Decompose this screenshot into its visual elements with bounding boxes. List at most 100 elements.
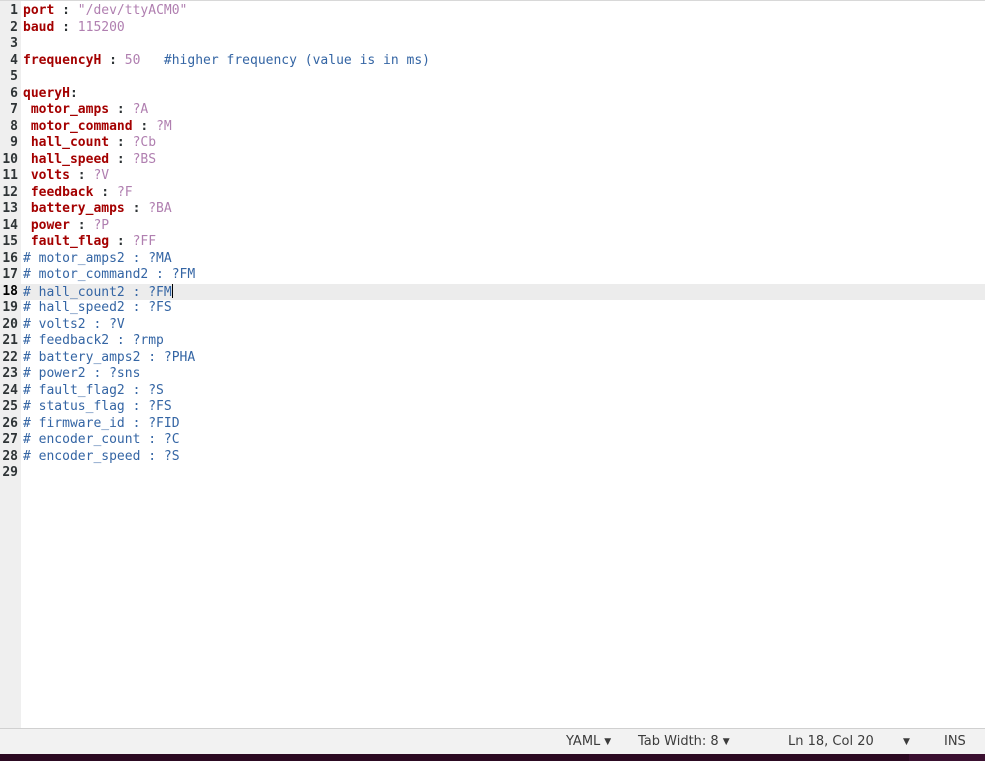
yaml-punctuation <box>23 234 31 249</box>
chevron-down-icon: ▼ <box>903 737 910 747</box>
yaml-punctuation: : <box>69 217 94 233</box>
chevron-down-icon: ▼ <box>604 737 612 747</box>
yaml-punctuation: : <box>54 3 78 18</box>
line-text: queryH: <box>23 86 78 103</box>
yaml-comment: # encoder_count : ?C <box>23 432 180 447</box>
line-text: motor_command : ?M <box>23 119 172 136</box>
line-text: # motor_command2 : ?FM <box>23 267 195 284</box>
line-number: 13 <box>2 201 18 216</box>
yaml-key: feedback <box>30 184 94 200</box>
yaml-key: motor_command <box>30 118 133 134</box>
line-text: # firmware_id : ?FID <box>23 416 180 433</box>
code-line[interactable]: 22 # battery_amps2 : ?PHA <box>0 350 985 367</box>
code-line[interactable]: 12 feedback : ?F <box>0 185 985 202</box>
line-number: 11 <box>2 168 18 183</box>
line-number: 21 <box>2 333 18 348</box>
language-selector[interactable]: YAML ▼ <box>566 734 611 749</box>
cursor-position-dropdown[interactable]: ▼ <box>903 734 910 749</box>
tab-width-selector[interactable]: Tab Width: 8 ▼ <box>638 734 730 749</box>
yaml-value: 115200 <box>77 19 125 35</box>
code-line[interactable]: 8 motor_command : ?M <box>0 119 985 136</box>
line-number: 10 <box>2 151 18 167</box>
line-text: # volts2 : ?V <box>23 317 125 334</box>
yaml-punctuation: : <box>109 135 133 150</box>
yaml-comment: #higher frequency (value is in ms) <box>140 52 431 68</box>
yaml-punctuation: : <box>132 118 157 134</box>
yaml-key: volts <box>30 168 70 183</box>
line-text: # power2 : ?sns <box>23 366 140 383</box>
line-text: # hall_speed2 : ?FS <box>23 300 172 317</box>
code-line[interactable]: 9 hall_count : ?Cb <box>0 135 985 152</box>
yaml-punctuation: : <box>69 85 78 101</box>
yaml-value: "/dev/ttyACM0" <box>77 3 188 18</box>
insert-mode-label: INS <box>944 734 966 749</box>
yaml-key: frequencyH <box>23 52 102 68</box>
current-code-line[interactable]: 18 # hall_count2 : ?FM <box>0 283 985 302</box>
yaml-value: ?V <box>93 168 110 183</box>
yaml-comment: # status_flag : ?FS <box>23 399 172 414</box>
code-line[interactable]: 19 # hall_speed2 : ?FS <box>0 300 985 317</box>
code-line[interactable]: 3 <box>0 36 985 53</box>
code-line[interactable]: 14 power : ?P <box>0 218 985 235</box>
code-line[interactable]: 26 # firmware_id : ?FID <box>0 416 985 433</box>
code-line[interactable]: 1 port : "/dev/ttyACM0" <box>0 3 985 20</box>
yaml-value: ?M <box>156 118 172 134</box>
line-text: hall_count : ?Cb <box>23 135 156 152</box>
yaml-value: 50 <box>124 52 141 68</box>
code-line[interactable]: 23 # power2 : ?sns <box>0 366 985 383</box>
yaml-comment: # firmware_id : ?FID <box>23 415 180 431</box>
code-line[interactable]: 28 # encoder_speed : ?S <box>0 449 985 466</box>
code-line[interactable]: 2 baud : 115200 <box>0 20 985 37</box>
line-number: 26 <box>2 415 18 431</box>
line-text: # feedback2 : ?rmp <box>23 333 164 350</box>
line-text: fault_flag : ?FF <box>23 234 156 251</box>
code-line[interactable]: 13 battery_amps : ?BA <box>0 201 985 218</box>
line-text: power : ?P <box>23 218 109 235</box>
code-line[interactable]: 6 queryH: <box>0 86 985 103</box>
line-number: 14 <box>2 217 18 233</box>
yaml-comment: # motor_command2 : ?FM <box>23 267 196 282</box>
yaml-comment: # encoder_speed : ?S <box>23 448 180 464</box>
yaml-value: ?Cb <box>132 135 157 150</box>
language-label: YAML <box>566 734 601 749</box>
line-text: # hall_count2 : ?FM <box>23 283 173 302</box>
code-line[interactable]: 5 <box>0 69 985 86</box>
yaml-key: port <box>23 3 55 18</box>
yaml-comment: # hall_count2 : ?FM <box>23 284 172 300</box>
code-line[interactable]: 29 <box>0 465 985 482</box>
yaml-value: ?BA <box>148 201 172 216</box>
yaml-punctuation <box>23 201 31 216</box>
yaml-punctuation <box>23 102 31 117</box>
code-line[interactable]: 4 frequencyH : 50 #higher frequency (valu… <box>0 53 985 70</box>
code-line[interactable]: 20 # volts2 : ?V <box>0 317 985 334</box>
code-line[interactable]: 7 motor_amps : ?A <box>0 102 985 119</box>
code-line[interactable]: 17 # motor_command2 : ?FM <box>0 267 985 284</box>
insert-mode-indicator[interactable]: INS <box>944 734 966 749</box>
cursor-position-selector[interactable]: Ln 18, Col 20 <box>788 734 874 749</box>
code-line[interactable]: 24 # fault_flag2 : ?S <box>0 383 985 400</box>
line-number: 27 <box>2 432 18 447</box>
line-number: 4 <box>10 52 18 68</box>
chevron-down-icon: ▼ <box>722 737 730 747</box>
yaml-value: ?F <box>116 184 133 200</box>
code-line[interactable]: 16 # motor_amps2 : ?MA <box>0 251 985 268</box>
line-text: baud : 115200 <box>23 20 125 37</box>
yaml-key: motor_amps <box>30 102 110 117</box>
code-line[interactable]: 27 # encoder_count : ?C <box>0 432 985 449</box>
text-editor[interactable]: 1 port : "/dev/ttyACM0" 2 baud : 115200 3 4 fr… <box>0 0 985 729</box>
code-line[interactable]: 25 # status_flag : ?FS <box>0 399 985 416</box>
yaml-punctuation <box>23 168 31 183</box>
yaml-key: battery_amps <box>30 201 125 216</box>
line-number: 1 <box>10 3 18 18</box>
code-line[interactable]: 11 volts : ?V <box>0 168 985 185</box>
cursor-position-label: Ln 18, Col 20 <box>788 734 874 749</box>
code-lines[interactable]: 1 port : "/dev/ttyACM0" 2 baud : 115200 3 4 fr… <box>0 3 985 482</box>
code-line[interactable]: 15 fault_flag : ?FF <box>0 234 985 251</box>
line-number: 5 <box>10 69 18 84</box>
yaml-punctuation <box>23 218 31 233</box>
code-line[interactable]: 10 hall_speed : ?BS <box>0 152 985 169</box>
code-line[interactable]: 21 # feedback2 : ?rmp <box>0 333 985 350</box>
yaml-value: ?FF <box>132 234 157 249</box>
line-number: 29 <box>2 465 18 480</box>
line-number: 25 <box>2 399 18 414</box>
